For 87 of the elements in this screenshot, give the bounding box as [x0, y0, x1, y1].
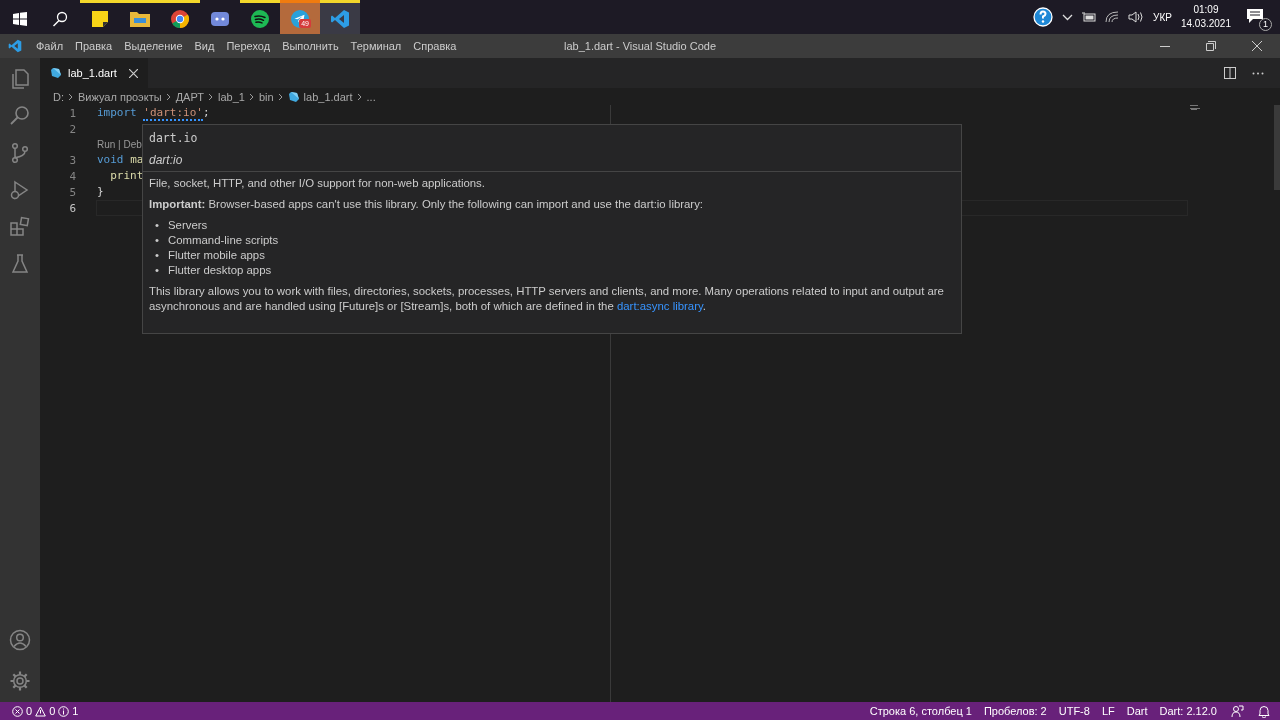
menu-item[interactable]: Выделение	[118, 40, 189, 52]
status-item[interactable]: UTF-8	[1052, 705, 1096, 717]
notification-icon[interactable]	[1246, 8, 1264, 24]
library-link[interactable]: dart:async library	[616, 300, 703, 312]
code-line: print	[109, 168, 144, 184]
chevron-icon	[165, 92, 172, 101]
minimize-icon[interactable]	[1160, 45, 1170, 47]
browser-icon	[170, 8, 190, 29]
notification-count: 1	[1259, 18, 1272, 31]
menu-item[interactable]: Выполнить	[276, 40, 345, 52]
status-item[interactable]: Строка 6, столбец 1	[863, 705, 978, 717]
description-paragraph: This library allows you to work with files, directories, sockets, processes, HTTP servers and clients, and more. Many operations related to input and output are asynchronous and are handled using [Future]s or [Stream]s, both of which are defined in the dart:async library.	[149, 284, 945, 314]
bell-icon[interactable]	[1258, 704, 1270, 718]
settings-icon[interactable]	[9, 670, 31, 692]
code-line: void ma	[97, 152, 144, 168]
dart-file-icon	[50, 67, 62, 79]
flask-icon[interactable]	[9, 253, 31, 275]
windows-start-icon[interactable]	[13, 11, 27, 26]
chevron-icon	[356, 92, 363, 101]
menu-item[interactable]: Терминал	[344, 40, 408, 52]
search-icon[interactable]	[52, 10, 68, 27]
menu-item[interactable]: Правка	[69, 40, 119, 52]
language-indicator[interactable]: УКР	[1153, 11, 1172, 23]
help-icon[interactable]	[1033, 7, 1054, 27]
editor-tab[interactable]: lab_1.dart	[40, 58, 148, 88]
breadcrumb-item[interactable]: lab_1.dart	[303, 90, 353, 103]
breadcrumb-item[interactable]: ...	[366, 90, 376, 103]
clock-date: 14.03.2021	[1180, 17, 1231, 31]
menu-item[interactable]: Переход	[220, 40, 277, 52]
code-editor-icon	[330, 8, 350, 29]
bullet-item: • Servers	[155, 218, 208, 233]
sticky-note-icon	[90, 8, 110, 29]
bullet-item: • Flutter mobile apps	[155, 248, 265, 263]
chevron-icon	[68, 92, 74, 101]
music-icon	[250, 8, 270, 29]
chevron-icon[interactable]	[1062, 13, 1074, 21]
wifi-icon[interactable]	[1105, 11, 1120, 23]
breadcrumb-item[interactable]: lab_1	[218, 90, 245, 103]
line-number: 6	[68, 201, 77, 215]
dart-file-icon	[287, 90, 300, 103]
status-item[interactable]: Dart: 2.12.0	[1153, 705, 1223, 717]
line-number: 2	[68, 122, 77, 136]
important-note: Important: Browser-based apps can't use this library. Only the following can import and use the dart:io library:	[149, 197, 705, 212]
clock-time: 01:09	[1193, 3, 1219, 17]
menu-item[interactable]: Справка	[407, 40, 463, 52]
close-icon[interactable]	[128, 68, 138, 78]
speaker-icon[interactable]	[1128, 11, 1145, 23]
chevron-icon	[208, 92, 214, 101]
close-icon[interactable]	[1252, 41, 1262, 51]
code-editor-icon	[8, 39, 22, 53]
codelens[interactable]: Run | Deb	[97, 139, 142, 150]
breadcrumb-item[interactable]: Вижуал проэкты	[78, 90, 162, 103]
library-name: dart:io	[149, 153, 183, 167]
signature-text: dart.io	[149, 131, 198, 145]
line-number: 3	[68, 153, 77, 167]
scrollbar[interactable]	[1274, 105, 1280, 190]
breadcrumb-item[interactable]: D:	[53, 90, 64, 103]
problems-indicator[interactable]: 0 0 1	[12, 705, 79, 717]
restore-icon[interactable]	[1206, 41, 1216, 51]
line-number: 4	[68, 169, 77, 183]
breadcrumb-item[interactable]: bin	[258, 90, 274, 103]
bullet-item: • Command-line scripts	[155, 233, 279, 248]
summary-text: File, socket, HTTP, and other I/O support for non-web applications.	[149, 176, 486, 191]
account-icon[interactable]	[9, 629, 31, 651]
line-number: 1	[68, 106, 77, 120]
menu-item[interactable]: Вид	[188, 40, 221, 52]
battery-icon[interactable]	[1082, 12, 1097, 22]
code-line: }	[97, 184, 104, 200]
status-item[interactable]: LF	[1095, 705, 1121, 717]
chevron-icon	[277, 92, 284, 101]
files-icon[interactable]	[9, 68, 31, 90]
feedback-icon[interactable]	[1231, 704, 1244, 718]
run-debug-icon[interactable]	[9, 179, 31, 201]
branch-icon[interactable]	[9, 142, 31, 164]
more-icon[interactable]	[1252, 71, 1264, 75]
bullet-item: • Flutter desktop apps	[155, 263, 272, 278]
menu-item[interactable]: Файл	[30, 40, 70, 52]
chevron-icon	[248, 92, 255, 101]
line-number: 5	[68, 185, 77, 199]
code-line: import 'dart:io';	[97, 105, 210, 121]
status-item[interactable]: Пробелов: 2	[977, 705, 1053, 717]
extensions-icon[interactable]	[9, 216, 31, 238]
breadcrumb-item[interactable]: ДАРТ	[175, 90, 204, 103]
window-title: lab_1.dart - Visual Studio Code	[563, 40, 717, 52]
taskbar-app[interactable]	[320, 0, 360, 34]
split-editor-icon[interactable]	[1224, 67, 1236, 79]
status-item[interactable]: Dart	[1120, 705, 1154, 717]
